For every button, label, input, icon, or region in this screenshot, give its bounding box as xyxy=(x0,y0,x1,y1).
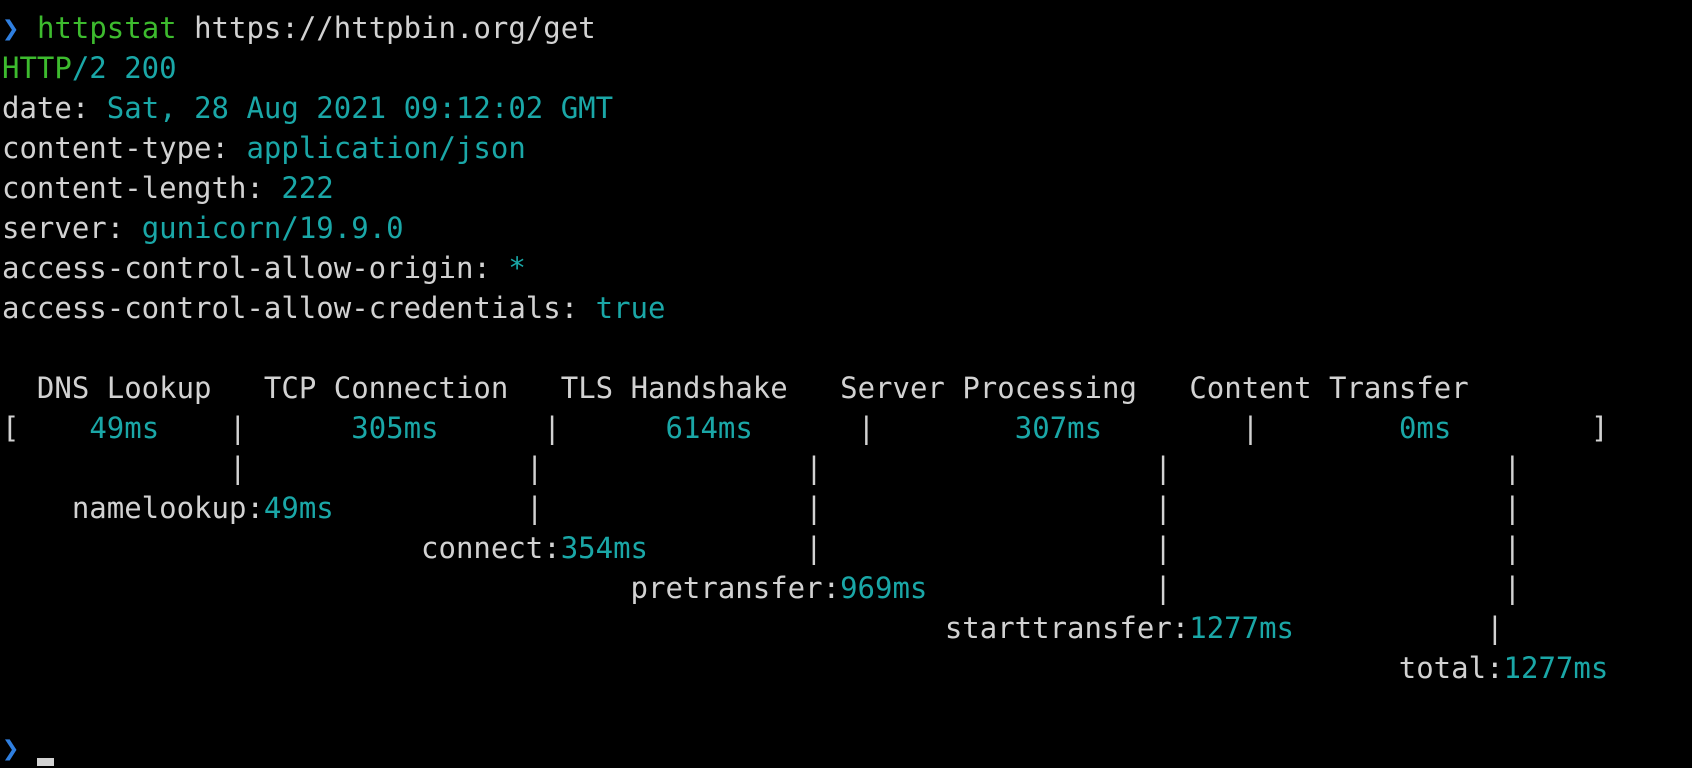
prompt-icon: ❯ xyxy=(2,11,20,45)
phase-content-transfer: Content Transfer xyxy=(1189,371,1469,405)
phase-tcp-connection: TCP Connection xyxy=(263,371,509,405)
prompt-icon: ❯ xyxy=(2,731,20,765)
command-url: https://httpbin.org/get xyxy=(194,11,596,45)
cumulative-value: 49ms xyxy=(263,491,334,525)
cumulative-value: 354ms xyxy=(560,531,649,565)
timing-separators-line: | | | | | xyxy=(2,448,1521,488)
duration-tcp-connection: 305ms xyxy=(351,411,439,445)
cumulative-label: total: xyxy=(1398,651,1504,685)
header-value: Sat, 28 Aug 2021 09:12:02 GMT xyxy=(106,91,614,125)
cumulative-pretransfer-line: pretransfer:969ms | | xyxy=(2,568,1521,608)
header-line: access-control-allow-credentials: true xyxy=(2,288,665,328)
cumulative-label: connect: xyxy=(421,531,561,565)
phase-server-processing: Server Processing xyxy=(840,371,1137,405)
header-line: access-control-allow-origin: * xyxy=(2,248,526,288)
timing-bracket-open: [ xyxy=(2,411,20,445)
cumulative-value: 1277ms xyxy=(1503,651,1609,685)
header-key: server: xyxy=(2,211,125,245)
command-name: httpstat xyxy=(36,11,177,45)
cumulative-label: namelookup: xyxy=(71,491,264,525)
timing-separator: | xyxy=(805,491,823,525)
header-key: content-length: xyxy=(2,171,264,205)
timing-bracket-close: ] xyxy=(1591,411,1609,445)
timing-separator: | xyxy=(525,491,544,525)
duration-content-transfer: 0ms xyxy=(1398,411,1452,445)
header-line: content-length: 222 xyxy=(2,168,334,208)
timing-separator: | xyxy=(805,531,823,565)
timing-separator: | xyxy=(1154,531,1172,565)
status-line: HTTP/2 200 xyxy=(2,48,177,88)
command-line: ❯ httpstat https://httpbin.org/get xyxy=(2,8,596,48)
header-value: 222 xyxy=(281,171,334,205)
header-line: content-type: application/json xyxy=(2,128,526,168)
duration-server-processing: 307ms xyxy=(1014,411,1103,445)
cumulative-value: 969ms xyxy=(840,571,928,605)
cumulative-starttransfer-line: starttransfer:1277ms | xyxy=(2,608,1504,648)
cumulative-total-line: total:1277ms xyxy=(2,648,1609,688)
header-key: access-control-allow-origin: xyxy=(2,251,491,285)
timing-phases-line: DNS Lookup TCP Connection TLS Handshake … xyxy=(2,368,1469,408)
cumulative-connect-line: connect:354ms | | | xyxy=(2,528,1521,568)
timing-separator: | xyxy=(525,451,544,485)
timing-durations-line: [ 49ms | 305ms | 614ms | 307ms | 0ms ] xyxy=(2,408,1608,448)
timing-separator: | xyxy=(1486,611,1504,645)
header-line: server: gunicorn/19.9.0 xyxy=(2,208,404,248)
phase-tls-handshake: TLS Handshake xyxy=(560,371,788,405)
header-key: content-type: xyxy=(2,131,229,165)
header-key: access-control-allow-credentials: xyxy=(2,291,579,325)
timing-separator: | xyxy=(805,451,823,485)
timing-separator: | xyxy=(229,411,247,445)
timing-separator: | xyxy=(543,411,561,445)
header-key: date: xyxy=(2,91,90,125)
duration-tls-handshake: 614ms xyxy=(665,411,753,445)
header-value: * xyxy=(508,251,526,285)
timing-separator: | xyxy=(1241,411,1260,445)
timing-separator: | xyxy=(1503,491,1522,525)
status-version: /2 200 xyxy=(71,51,177,85)
status-protocol: HTTP xyxy=(2,51,72,85)
timing-separator: | xyxy=(1503,531,1522,565)
terminal-window[interactable]: ❯ httpstat https://httpbin.org/get HTTP/… xyxy=(0,0,1692,768)
cumulative-namelookup-line: namelookup:49ms | | | | xyxy=(2,488,1521,528)
cumulative-label: pretransfer: xyxy=(630,571,841,605)
timing-separator: | xyxy=(228,451,247,485)
timing-separator: | xyxy=(1154,491,1172,525)
timing-separator: | xyxy=(1503,451,1522,485)
timing-separator: | xyxy=(1154,571,1172,605)
header-value: application/json xyxy=(246,131,526,165)
header-value: true xyxy=(595,291,666,325)
cumulative-value: 1277ms xyxy=(1189,611,1295,645)
header-value: gunicorn/19.9.0 xyxy=(141,211,404,245)
next-prompt-line[interactable]: ❯ xyxy=(2,728,54,768)
timing-separator: | xyxy=(1154,451,1172,485)
cursor-block xyxy=(36,758,54,766)
phase-dns-lookup: DNS Lookup xyxy=(36,371,212,405)
duration-dns-lookup: 49ms xyxy=(89,411,160,445)
timing-separator: | xyxy=(857,411,876,445)
header-line: date: Sat, 28 Aug 2021 09:12:02 GMT xyxy=(2,88,613,128)
timing-separator: | xyxy=(1503,571,1522,605)
cumulative-label: starttransfer: xyxy=(944,611,1190,645)
